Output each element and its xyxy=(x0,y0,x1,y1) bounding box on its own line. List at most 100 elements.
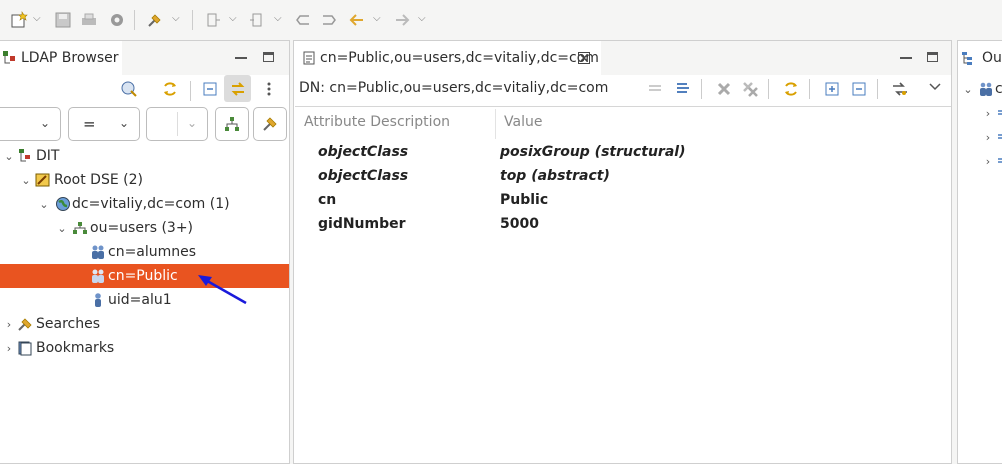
filter-value-combo[interactable]: ⌄ xyxy=(146,107,208,141)
new-value-icon[interactable] xyxy=(646,79,664,97)
attribute-value[interactable]: Public xyxy=(500,192,548,208)
hierarchy-filter-button[interactable] xyxy=(215,107,249,141)
attribute-name[interactable]: cn xyxy=(318,192,336,208)
outline-tab-header: Ou xyxy=(958,41,1002,75)
attribute-value[interactable]: 5000 xyxy=(500,216,539,232)
previous-annotation-chevron-icon[interactable]: ⌵ xyxy=(274,13,282,24)
collapsed-chevron-icon[interactable]: › xyxy=(982,131,994,144)
outline-root-item[interactable]: ⌄ c xyxy=(958,77,1002,101)
view-menu-icon[interactable] xyxy=(265,80,273,98)
run-filter-button[interactable] xyxy=(253,107,287,141)
attribute-icon xyxy=(998,157,1002,165)
tab-ldap-browser[interactable]: LDAP Browser xyxy=(0,41,122,75)
column-header-attribute[interactable]: Attribute Description xyxy=(304,114,450,130)
next-annotation-icon[interactable] xyxy=(204,11,222,29)
refresh-entry-icon[interactable] xyxy=(782,80,800,98)
new-icon[interactable] xyxy=(10,11,28,29)
ldap-browser-tab-label: LDAP Browser xyxy=(21,50,119,66)
save-icon[interactable] xyxy=(54,11,72,29)
tree-item-bookmarks[interactable]: › Bookmarks xyxy=(0,336,289,360)
close-tab-icon[interactable] xyxy=(577,51,591,65)
expand-chevron-icon[interactable]: ⌄ xyxy=(56,222,68,235)
delete-icon[interactable] xyxy=(715,80,733,98)
outline-tab-label: Ou xyxy=(982,50,1002,66)
outline-panel: Ou ⌄ c › › › xyxy=(957,40,1002,464)
next-annotation-chevron-icon[interactable]: ⌵ xyxy=(229,13,237,24)
attribute-name[interactable]: objectClass xyxy=(318,168,408,184)
dit-icon xyxy=(17,148,33,164)
forward-edit-icon[interactable] xyxy=(320,11,338,29)
attribute-name[interactable]: gidNumber xyxy=(318,216,406,232)
attribute-name[interactable]: objectClass xyxy=(318,144,408,160)
new-dropdown-chevron-icon[interactable]: ⌵ xyxy=(33,13,41,24)
expand-chevron-icon[interactable]: ⌄ xyxy=(3,150,15,163)
back-arrow-icon[interactable] xyxy=(347,11,365,29)
tree-item-cn-alumnes[interactable]: cn=alumnes xyxy=(0,240,289,264)
editor-view-menu-icon[interactable] xyxy=(928,81,942,93)
hierarchy-icon xyxy=(223,115,241,133)
expand-chevron-icon[interactable]: ⌄ xyxy=(38,198,50,211)
dn-label: DN: cn=Public,ou=users,dc=vitaliy,dc=com xyxy=(299,80,609,96)
print-icon[interactable] xyxy=(80,11,98,29)
previous-annotation-icon[interactable] xyxy=(249,11,267,29)
column-divider xyxy=(495,109,496,139)
attribute-value[interactable]: top (abstract) xyxy=(500,168,610,184)
annotation-arrow-icon xyxy=(198,275,247,305)
toolbar-separator xyxy=(190,81,191,101)
tree-item-dc-vitaliy[interactable]: ⌄ dc=vitaliy,dc=com (1) xyxy=(0,192,289,216)
expand-chevron-icon[interactable]: ⌄ xyxy=(962,83,974,96)
attribute-value[interactable]: posixGroup (structural) xyxy=(500,144,685,160)
filter-connect-icon xyxy=(261,115,279,133)
entry-document-icon xyxy=(302,51,316,65)
ldap-browser-tab-header: LDAP Browser xyxy=(0,41,289,75)
delete-all-icon[interactable] xyxy=(741,80,759,98)
tab-entry-editor[interactable]: cn=Public,ou=users,dc=vitaliy,dc=com xyxy=(294,41,601,75)
collapsed-chevron-icon[interactable]: › xyxy=(982,107,994,120)
link-with-editor-icon[interactable] xyxy=(120,80,138,98)
group-icon xyxy=(979,81,993,97)
main-toolbar: ⌵ ⌵ ⌵ ⌵ ⌵ ⌵ xyxy=(0,0,1002,40)
chevron-down-icon: ⌄ xyxy=(39,116,50,130)
tree-item-searches[interactable]: › Searches xyxy=(0,312,289,336)
filter-operator-combo[interactable]: = ⌄ xyxy=(68,107,140,141)
minimize-icon[interactable] xyxy=(900,57,912,59)
tree-item-dit[interactable]: ⌄ DIT xyxy=(0,144,289,168)
ldap-browser-panel: LDAP Browser ⌄ = ⌄ ⌄ ⌄ DIT ⌄ Root DSE (2… xyxy=(0,40,290,464)
group-icon xyxy=(90,244,106,260)
entry-editor-panel: cn=Public,ou=users,dc=vitaliy,dc=com DN:… xyxy=(293,40,952,464)
tree-item-label: ou=users (3+) xyxy=(90,220,194,236)
minimize-icon[interactable] xyxy=(235,57,247,59)
forward-dropdown-chevron-icon[interactable]: ⌵ xyxy=(418,13,426,24)
filter-attribute-combo[interactable]: ⌄ xyxy=(0,107,61,141)
back-dropdown-chevron-icon[interactable]: ⌵ xyxy=(373,13,381,24)
column-header-value[interactable]: Value xyxy=(504,114,542,130)
expand-all-icon[interactable] xyxy=(823,80,841,98)
collapsed-chevron-icon[interactable]: › xyxy=(3,342,15,355)
refresh-icon[interactable] xyxy=(161,80,179,98)
tab-outline[interactable]: Ou xyxy=(958,41,1002,75)
tree-item-root-dse[interactable]: ⌄ Root DSE (2) xyxy=(0,168,289,192)
collapse-all-icon[interactable] xyxy=(201,80,219,98)
outline-child-item[interactable]: › xyxy=(958,125,1002,149)
link-with-browser-icon[interactable] xyxy=(891,80,909,98)
org-unit-icon xyxy=(72,220,88,236)
expand-chevron-icon[interactable]: ⌄ xyxy=(20,174,32,187)
settings-gear-icon[interactable] xyxy=(108,11,126,29)
outline-child-item[interactable]: › xyxy=(958,101,1002,125)
new-attribute-icon[interactable] xyxy=(674,79,692,97)
link-with-editor-toggle-icon[interactable] xyxy=(224,75,251,102)
last-edit-location-icon[interactable] xyxy=(294,11,312,29)
maximize-icon[interactable] xyxy=(263,52,274,62)
collapse-all-icon[interactable] xyxy=(850,80,868,98)
tree-item-label: dc=vitaliy,dc=com (1) xyxy=(72,196,230,212)
tree-item-ou-users[interactable]: ⌄ ou=users (3+) xyxy=(0,216,289,240)
collapsed-chevron-icon[interactable]: › xyxy=(3,318,15,331)
collapsed-chevron-icon[interactable]: › xyxy=(982,155,994,168)
maximize-icon[interactable] xyxy=(927,52,938,62)
connect-icon[interactable] xyxy=(146,11,164,29)
outline-child-item[interactable]: › xyxy=(958,149,1002,173)
toolbar-separator xyxy=(877,79,878,99)
forward-arrow-icon[interactable] xyxy=(394,11,412,29)
connect-dropdown-chevron-icon[interactable]: ⌵ xyxy=(172,13,180,24)
attribute-icon xyxy=(998,133,1002,141)
